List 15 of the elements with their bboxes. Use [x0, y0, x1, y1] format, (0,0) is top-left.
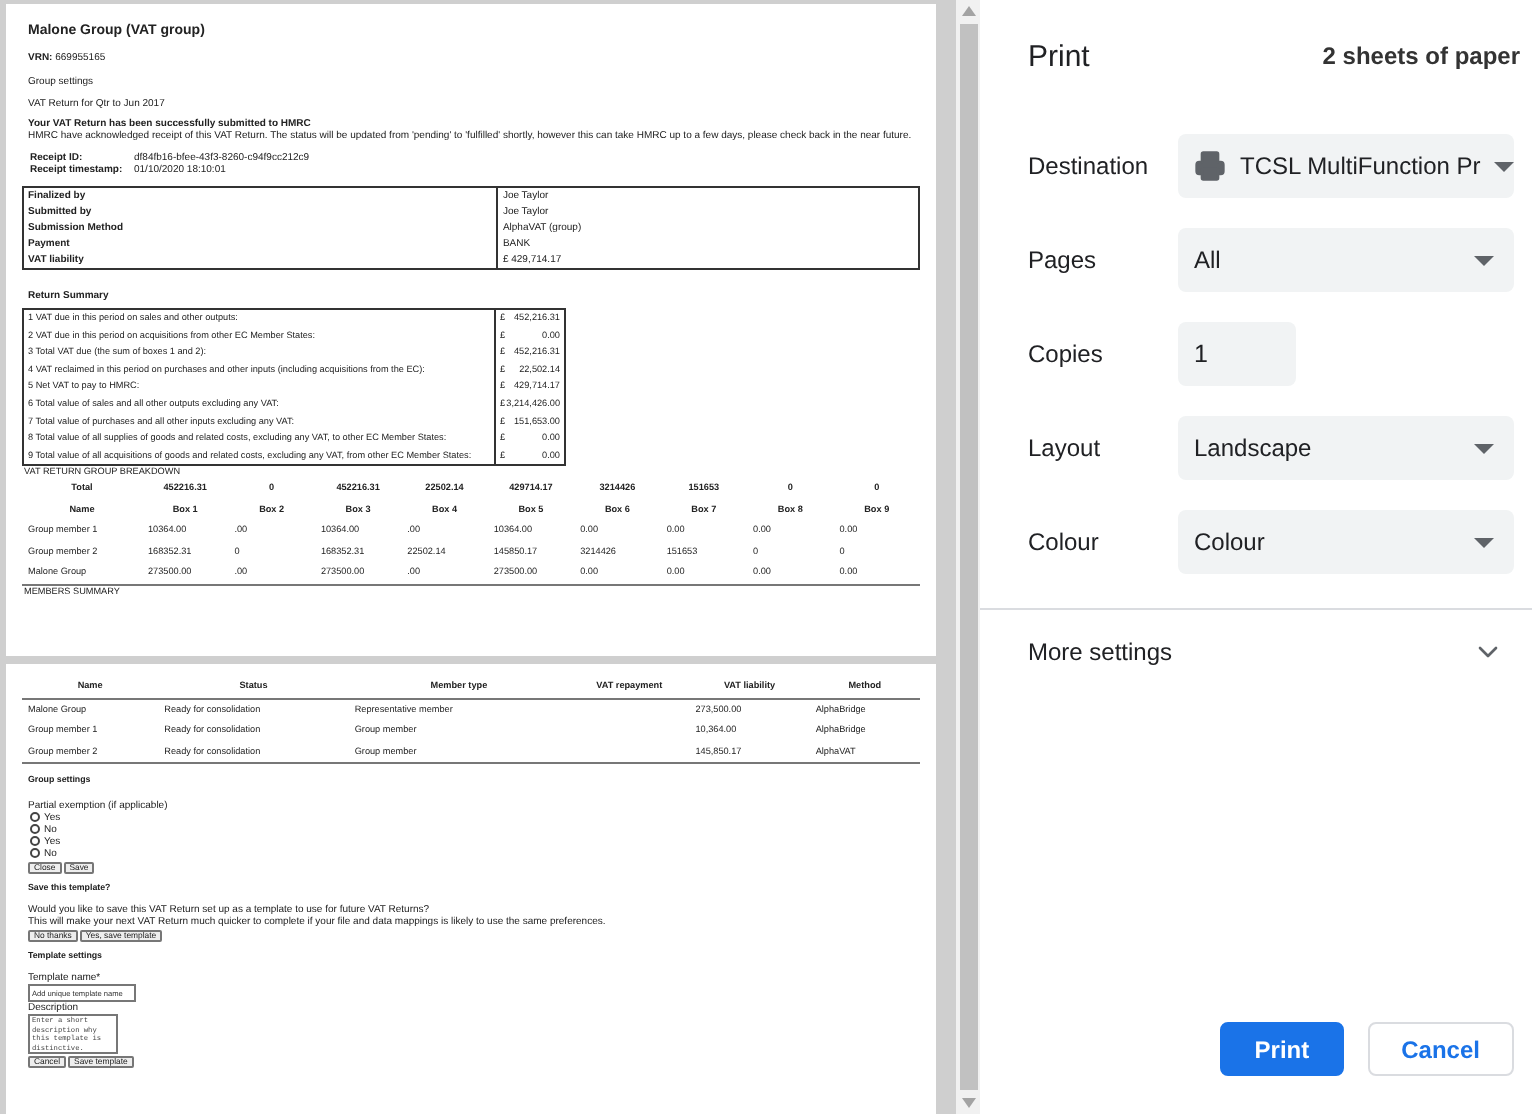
setting-label: Copies [1028, 340, 1105, 368]
setting-dropdown[interactable]: Colour [1178, 510, 1514, 574]
setting-label: Destination [1028, 152, 1151, 180]
setting-label: Layout [1028, 434, 1103, 462]
cancel-button[interactable]: Cancel [1367, 1022, 1514, 1076]
setting-label: Colour [1028, 528, 1101, 556]
sheet-count: 2 sheets of paper [1322, 42, 1520, 70]
setting-label: Pages [1028, 246, 1099, 274]
print-button[interactable]: Print [1220, 1022, 1344, 1076]
more-settings-toggle[interactable]: More settings [980, 610, 1532, 668]
copies-field[interactable]: 1 [1178, 322, 1296, 386]
setting-dropdown[interactable]: All [1178, 228, 1514, 292]
panel-title: Print [1028, 39, 1090, 73]
destination-dropdown[interactable]: TCSL MultiFunction Pr [1178, 134, 1514, 198]
setting-dropdown[interactable]: Landscape [1178, 416, 1514, 480]
